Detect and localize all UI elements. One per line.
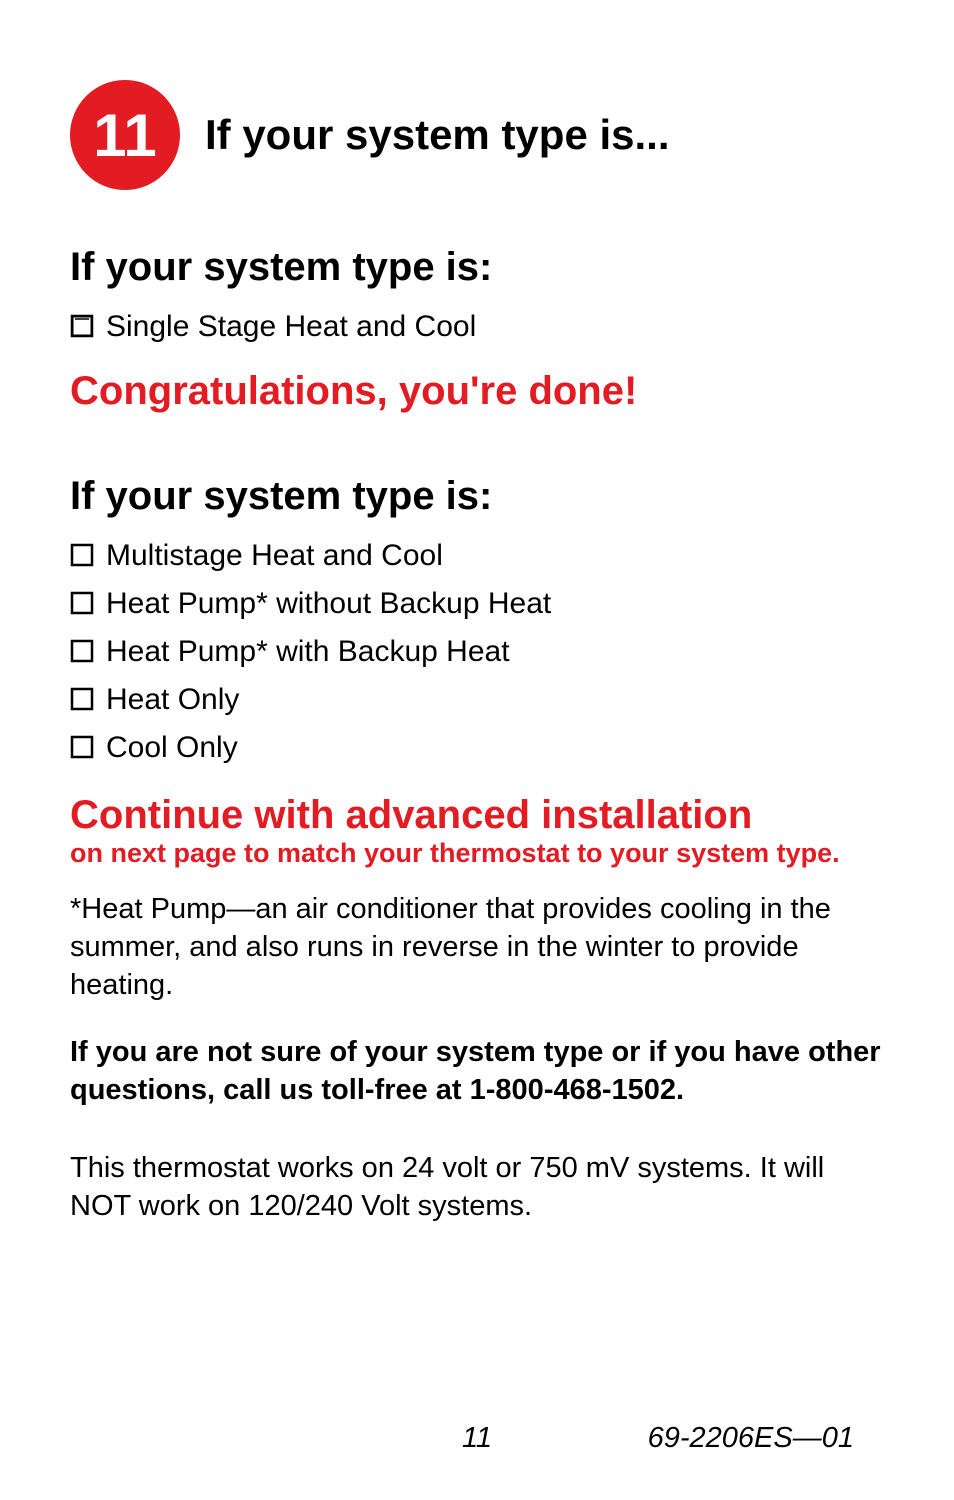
checkbox-label: Heat Pump* without Backup Heat (106, 587, 551, 621)
section-1-heading: If your system type is: (70, 245, 884, 290)
checkbox-label: Heat Only (106, 683, 239, 717)
checkbox-label: Heat Pump* with Backup Heat (106, 635, 510, 669)
checkbox-icon (70, 591, 94, 615)
heat-pump-footnote: *Heat Pump—an air conditioner that provi… (70, 891, 884, 1004)
step-title: If your system type is... (205, 111, 670, 159)
checkbox-item: Heat Pump* with Backup Heat (70, 635, 884, 669)
checkbox-icon (70, 639, 94, 663)
section-2: If your system type is: Multistage Heat … (70, 474, 884, 1225)
help-text: If you are not sure of your system type … (70, 1034, 884, 1109)
checkbox-item: Heat Pump* without Backup Heat (70, 587, 884, 621)
continue-heading: Continue with advanced installation (70, 793, 884, 837)
checkbox-icon (70, 735, 94, 759)
section-2-heading: If your system type is: (70, 474, 884, 519)
step-number-circle: 11 (70, 80, 180, 190)
checkbox-icon (70, 543, 94, 567)
page-number: 11 (0, 1422, 954, 1455)
page-footer: 11 69-2206ES—01 (0, 1422, 954, 1455)
checkbox-label: Multistage Heat and Cool (106, 539, 443, 573)
congratulations-heading: Congratulations, you're done! (70, 369, 884, 414)
checkbox-icon (70, 687, 94, 711)
step-number: 11 (93, 101, 156, 170)
continue-subtext: on next page to match your thermostat to… (70, 837, 884, 869)
checkbox-item: Single Stage Heat and Cool (70, 310, 884, 344)
step-header: 11 If your system type is... (70, 80, 884, 190)
checkbox-item: Heat Only (70, 683, 884, 717)
checkbox-label: Single Stage Heat and Cool (106, 310, 476, 344)
compatibility-text: This thermostat works on 24 volt or 750 … (70, 1150, 884, 1225)
checkbox-icon (70, 314, 94, 338)
checkbox-label: Cool Only (106, 731, 238, 765)
checkbox-item: Multistage Heat and Cool (70, 539, 884, 573)
checkbox-item: Cool Only (70, 731, 884, 765)
